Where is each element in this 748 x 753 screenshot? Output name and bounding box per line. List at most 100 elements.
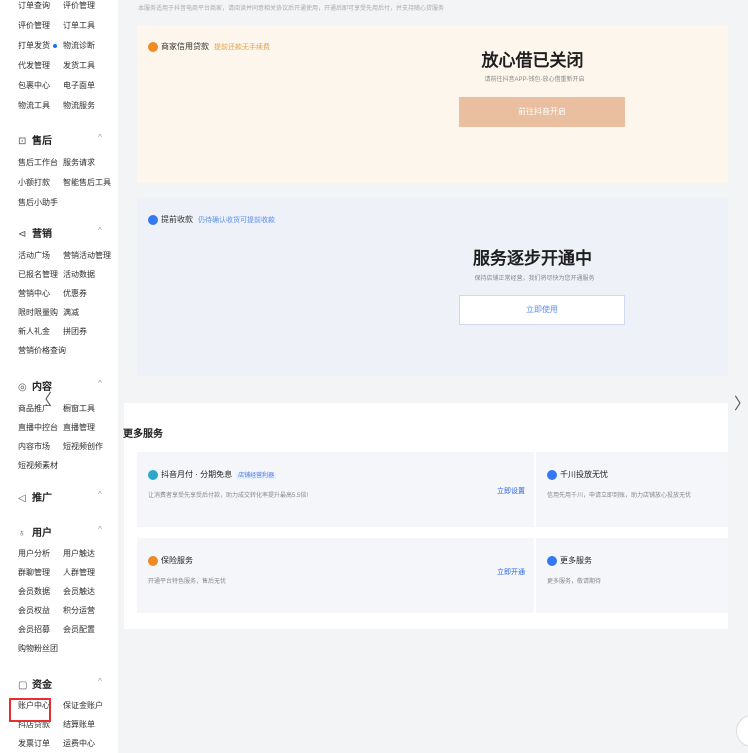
- sidebar-item[interactable]: 限时限量购: [18, 307, 58, 318]
- use-now-button[interactable]: 立即使用: [459, 295, 625, 325]
- sidebar-item[interactable]: 电子面单: [63, 80, 95, 91]
- more-services-title: 更多服务: [123, 429, 163, 440]
- sidebar-item[interactable]: 订单工具: [63, 20, 95, 31]
- sidebar-item[interactable]: 保证金账户: [63, 700, 103, 711]
- sidebar-item[interactable]: 会员权益: [18, 605, 50, 616]
- sidebar-item[interactable]: 会员触达: [63, 586, 95, 597]
- top-note: 本服务适用于抖音电商平台商家，请阅读并同意相关协议后开通使用，开通后即可享受先用…: [138, 6, 445, 12]
- sidebar-row: 购物粉丝团: [18, 643, 58, 654]
- sidebar-item[interactable]: 橱窗工具: [63, 403, 95, 414]
- sidebar-row: 订单查询 评价管理: [18, 0, 95, 11]
- sidebar-item[interactable]: 运费中心: [63, 738, 95, 749]
- sidebar-item[interactable]: 拼团券: [63, 326, 87, 337]
- sidebar-item[interactable]: 内容市场: [18, 441, 50, 452]
- sidebar-item[interactable]: 购物粉丝团: [18, 643, 58, 654]
- loan-icon: [148, 41, 158, 52]
- sidebar-row: 限时限量购 满减: [18, 307, 79, 318]
- sidebar-item[interactable]: 直播管理: [63, 422, 95, 433]
- chevron-up-icon[interactable]: ^: [98, 525, 102, 534]
- sidebar-item[interactable]: 订单查询: [18, 0, 50, 11]
- highlight-box: [9, 698, 51, 722]
- sidebar-item[interactable]: 售后小助手: [18, 197, 58, 208]
- service-title: 更多服务: [560, 556, 592, 565]
- section-label: 营销: [32, 229, 52, 240]
- sidebar-item[interactable]: 人群管理: [63, 567, 95, 578]
- sidebar-section-sec_marketing[interactable]: ⊲ 营销: [18, 225, 52, 240]
- section-label: 售后: [32, 136, 52, 147]
- sidebar-item[interactable]: 用户触达: [63, 548, 95, 559]
- sidebar-item[interactable]: 新人礼金: [18, 326, 50, 337]
- sidebar-section-sec_user[interactable]: ♁ 用户: [18, 524, 52, 539]
- sidebar-item[interactable]: 群聊管理: [18, 567, 50, 578]
- help-float-button[interactable]: [736, 715, 748, 747]
- sidebar-row: 会员招募 会员配置: [18, 624, 95, 635]
- section-icon: ⊲: [18, 229, 27, 240]
- sidebar-section-sec_ads[interactable]: ◁ 推广: [18, 489, 52, 504]
- chevron-up-icon[interactable]: ^: [98, 133, 102, 142]
- sidebar-row: 内容市场 短视频创作: [18, 441, 103, 452]
- sidebar-item[interactable]: 会员配置: [63, 624, 95, 635]
- sidebar-item[interactable]: 打单发货: [18, 40, 50, 51]
- sidebar-item[interactable]: 营销中心: [18, 288, 50, 299]
- open-now-link[interactable]: 立即开通: [497, 567, 525, 577]
- service-title: 抖音月付 · 分期免息: [161, 470, 233, 479]
- sidebar-item[interactable]: 售后工作台: [18, 157, 58, 168]
- sidebar-item[interactable]: 已报名管理: [18, 269, 58, 280]
- sidebar-section-sec_after[interactable]: ⊡ 售后: [18, 132, 52, 147]
- sidebar-item[interactable]: 会员招募: [18, 624, 50, 635]
- loan-heading: 放心借已关闭: [481, 51, 584, 70]
- sidebar-item[interactable]: 直播中控台: [18, 422, 58, 433]
- sidebar-row: 包裹中心 电子面单: [18, 80, 95, 91]
- sidebar-row: 直播中控台 直播管理: [18, 422, 95, 433]
- service-desc: 让消费者享受先享受后付款，助力成交转化率提升最高5.5倍!: [148, 493, 309, 499]
- sidebar-row: 新人礼金 拼团券: [18, 326, 87, 337]
- service-card-insurance: 保险服务 开通平台特色服务，售后无忧 立即开通: [137, 538, 534, 613]
- sidebar-item[interactable]: 优惠券: [63, 288, 87, 299]
- next-arrow-icon[interactable]: 〉: [734, 390, 748, 414]
- setup-now-link[interactable]: 立即设置: [497, 486, 525, 496]
- sidebar-item[interactable]: 活动广场: [18, 250, 50, 261]
- advance-card-title: 提前收款 仍待确认收货可提前收款: [148, 214, 275, 225]
- sidebar-item[interactable]: 短视频素材: [18, 460, 58, 471]
- sidebar-row: 发票订单 运费中心: [18, 738, 95, 749]
- service-title: 千川投放无忧: [560, 470, 608, 479]
- sidebar-item[interactable]: 营销价格查询: [18, 345, 66, 356]
- sidebar-item[interactable]: 会员数据: [18, 586, 50, 597]
- sidebar-item[interactable]: 服务请求: [63, 157, 95, 168]
- sidebar-item[interactable]: 包裹中心: [18, 80, 50, 91]
- sidebar-row: 活动广场 营销活动管理: [18, 250, 111, 261]
- sidebar-item[interactable]: 活动数据: [63, 269, 95, 280]
- sidebar-item[interactable]: 智能售后工具: [63, 177, 111, 188]
- sidebar-row: 短视频素材: [18, 460, 58, 471]
- sidebar-item[interactable]: 满减: [63, 307, 79, 318]
- chevron-up-icon[interactable]: ^: [98, 677, 102, 686]
- sidebar-item[interactable]: 评价管理: [63, 0, 95, 11]
- chevron-up-icon[interactable]: ^: [98, 226, 102, 235]
- section-label: 用户: [32, 528, 52, 539]
- prev-arrow-icon[interactable]: 〈: [36, 386, 52, 410]
- sidebar-item[interactable]: 代发管理: [18, 60, 50, 71]
- section-label: 资金: [32, 680, 52, 691]
- chevron-up-icon[interactable]: ^: [98, 490, 102, 499]
- sidebar-item[interactable]: 物流工具: [18, 100, 50, 111]
- sidebar-item[interactable]: 物流诊断: [63, 40, 95, 51]
- sidebar-item[interactable]: 积分运营: [63, 605, 95, 616]
- sidebar-item[interactable]: 用户分析: [18, 548, 50, 559]
- sidebar-item[interactable]: 小额打款: [18, 177, 50, 188]
- sidebar-item[interactable]: 评价管理: [18, 20, 50, 31]
- sidebar-section-sec_fund[interactable]: ▢ 资金: [18, 676, 52, 691]
- loan-subtitle: 请前往抖音APP-钱包-放心借重新开启: [484, 77, 585, 83]
- sidebar-item[interactable]: 发货工具: [63, 60, 95, 71]
- sidebar-item[interactable]: 结算账单: [63, 719, 95, 730]
- sidebar-item[interactable]: 短视频创作: [63, 441, 103, 452]
- sidebar-item[interactable]: 营销活动管理: [63, 250, 111, 261]
- more-icon: [547, 555, 557, 566]
- advance-heading: 服务逐步开通中: [473, 249, 592, 268]
- chevron-up-icon[interactable]: ^: [98, 379, 102, 388]
- service-badge: 店铺经营利器: [236, 473, 277, 479]
- open-in-app-button[interactable]: 前往抖音开启: [459, 97, 625, 127]
- sidebar-item[interactable]: 发票订单: [18, 738, 50, 749]
- sidebar-row: 会员权益 积分运营: [18, 605, 95, 616]
- service-desc: 开通平台特色服务，售后无忧: [148, 579, 227, 585]
- sidebar-item[interactable]: 物流服务: [63, 100, 95, 111]
